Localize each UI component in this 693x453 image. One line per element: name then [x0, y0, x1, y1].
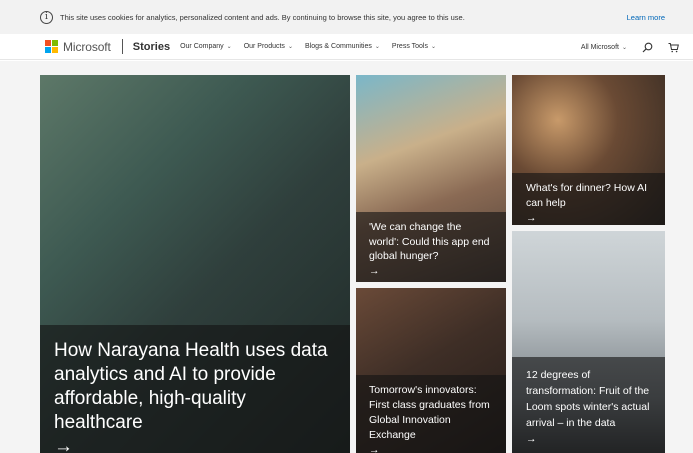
menu-press-tools[interactable]: Press Tools ⌄: [392, 43, 436, 50]
nav-right: All Microsoft ⌄: [581, 34, 693, 60]
chevron-down-icon: ⌄: [621, 44, 627, 51]
info-circle-icon: i: [40, 10, 53, 24]
arrow-right-icon: →: [54, 436, 73, 453]
story-tile-whats-for-dinner[interactable]: What's for dinner? How AI can help →: [512, 75, 665, 225]
story-caption: How Narayana Health uses data analytics …: [40, 325, 350, 453]
story-title: What's for dinner? How AI can help →: [526, 181, 651, 225]
chevron-down-icon: ⌄: [226, 44, 232, 50]
menu-our-products[interactable]: Our Products ⌄: [244, 43, 293, 50]
cookie-banner: i This site uses cookies for analytics, …: [0, 0, 693, 34]
story-tile-tomorrows-innovators[interactable]: Tomorrow's innovators: First class gradu…: [356, 288, 506, 453]
logo-green-square: [52, 40, 58, 46]
all-microsoft-label: All Microsoft: [580, 43, 619, 51]
section-title[interactable]: Stories: [133, 41, 170, 53]
arrow-right-icon: →: [369, 264, 380, 277]
logo-blue-square: [45, 47, 51, 53]
nav-divider: [121, 39, 123, 54]
story-title: 12 degrees of transformation: Fruit of t…: [526, 369, 650, 445]
story-title: How Narayana Health uses data analytics …: [54, 339, 336, 453]
cookie-text: This site uses cookies for analytics, pe…: [60, 12, 465, 22]
story-tile-narayana-health[interactable]: How Narayana Health uses data analytics …: [40, 75, 350, 453]
menu-label: Our Company: [180, 43, 224, 50]
menu-label: Blogs & Communities: [304, 43, 372, 50]
chevron-down-icon: ⌄: [374, 44, 380, 50]
menu-label: Press Tools: [391, 43, 428, 50]
story-title: Tomorrow's innovators: First class gradu…: [369, 383, 493, 453]
all-microsoft-menu[interactable]: All Microsoft ⌄: [581, 44, 627, 51]
microsoft-logo-icon[interactable]: [45, 40, 58, 53]
menu-our-company[interactable]: Our Company ⌄: [180, 43, 232, 50]
story-caption: What's for dinner? How AI can help →: [512, 173, 665, 225]
cart-icon[interactable]: [667, 41, 679, 53]
story-caption: 12 degrees of transformation: Fruit of t…: [512, 357, 665, 453]
main-menu: Our Company ⌄ Our Products ⌄ Blogs & Commu…: [180, 43, 448, 50]
learn-more-link[interactable]: Learn more: [627, 13, 665, 22]
story-tile-global-hunger[interactable]: 'We can change the world': Could this ap…: [356, 75, 506, 282]
menu-label: Our Products: [243, 43, 285, 50]
search-icon[interactable]: [641, 41, 653, 53]
story-title: 'We can change the world': Could this ap…: [369, 220, 493, 278]
story-tile-fruit-of-the-loom[interactable]: 12 degrees of transformation: Fruit of t…: [512, 231, 665, 453]
logo-red-square: [45, 40, 51, 46]
arrow-right-icon: →: [369, 444, 380, 453]
arrow-right-icon: →: [526, 212, 537, 224]
menu-blogs-communities[interactable]: Blogs & Communities ⌄: [305, 43, 380, 50]
top-nav: Microsoft Stories Our Company ⌄ Our Produ…: [0, 34, 693, 60]
story-caption: Tomorrow's innovators: First class gradu…: [356, 375, 506, 453]
arrow-right-icon: →: [526, 433, 537, 445]
logo-yellow-square: [52, 47, 58, 53]
brand-name[interactable]: Microsoft: [63, 40, 111, 54]
chevron-down-icon: ⌄: [287, 44, 293, 50]
story-grid: How Narayana Health uses data analytics …: [0, 61, 693, 453]
chevron-down-icon: ⌄: [430, 44, 437, 50]
story-caption: 'We can change the world': Could this ap…: [356, 212, 506, 282]
